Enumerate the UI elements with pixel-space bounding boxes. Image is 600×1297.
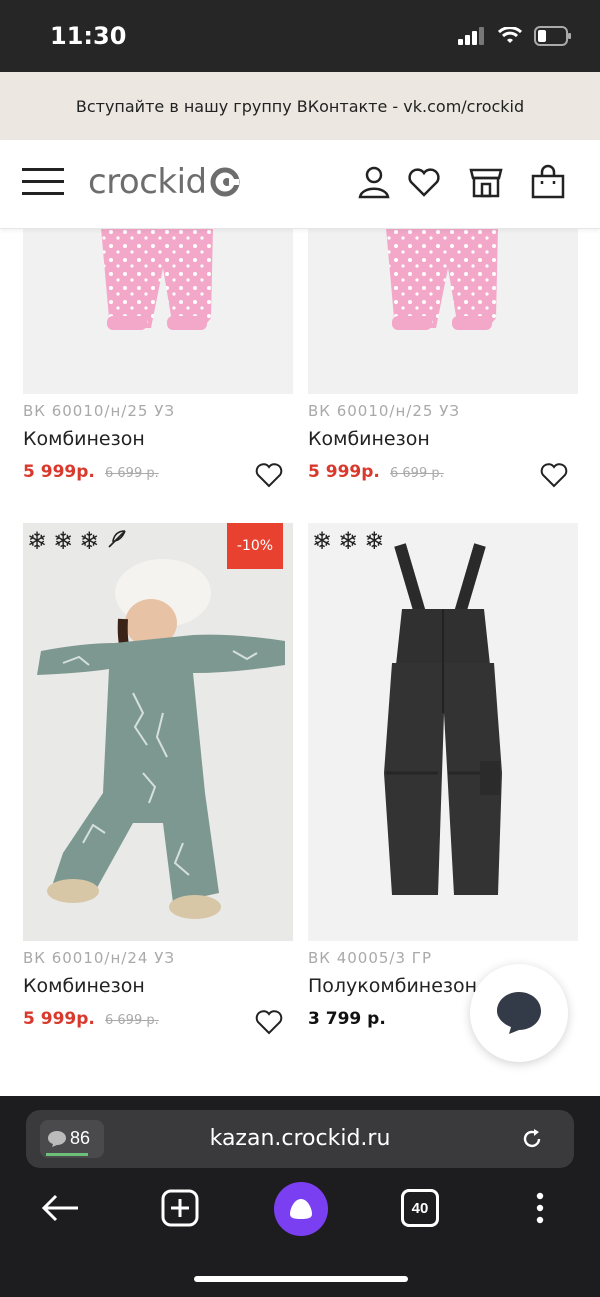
status-icons xyxy=(458,26,572,46)
cart-icon[interactable] xyxy=(530,164,566,200)
product-sku: ВК 60010/н/24 УЗ xyxy=(23,949,175,967)
product-image[interactable] xyxy=(308,228,578,394)
product-sku: ВК 40005/3 ГР xyxy=(308,949,432,967)
product-price: 3 799 р. xyxy=(308,1009,386,1029)
status-time: 11:30 xyxy=(50,22,127,50)
address-bar[interactable]: 86 kazan.crockid.ru xyxy=(26,1110,574,1168)
alice-icon xyxy=(290,1199,312,1219)
logo-mark-icon xyxy=(210,167,240,197)
product-card[interactable]: ВК 60010/н/25 УЗ Комбинезон 5 999р. 6 69… xyxy=(23,228,293,498)
browser-toolbar: 86 kazan.crockid.ru 40 xyxy=(0,1096,600,1297)
product-sku: ВК 60010/н/25 УЗ xyxy=(308,402,460,420)
product-name[interactable]: Комбинезон xyxy=(23,428,145,450)
product-old-price: 6 699 р. xyxy=(105,466,159,481)
wifi-icon xyxy=(498,27,522,43)
child-snowsuit-image xyxy=(23,523,293,941)
crockid-logo[interactable]: crockid xyxy=(88,162,241,202)
banner-text: Вступайте в нашу группу ВКонтакте - vk.c… xyxy=(75,96,525,116)
plus-square-icon xyxy=(161,1189,199,1227)
product-old-price: 6 699 р. xyxy=(105,1013,159,1028)
favorites-icon[interactable] xyxy=(406,164,442,200)
back-button[interactable] xyxy=(36,1184,84,1232)
tabs-count: 40 xyxy=(411,1199,429,1217)
snowflake-icon: ❄ xyxy=(79,528,100,555)
product-old-price: 6 699 р. xyxy=(390,466,444,481)
status-bar: 11:30 xyxy=(0,0,600,72)
feather-icon xyxy=(105,527,129,558)
product-card[interactable]: ВК 60010/н/25 УЗ Комбинезон 5 999р. 6 69… xyxy=(308,228,578,498)
account-icon[interactable] xyxy=(356,164,392,200)
pink-pants-image xyxy=(308,228,578,394)
product-name[interactable]: Комбинезон xyxy=(23,975,145,997)
logo-text: crockid xyxy=(88,162,207,202)
product-image[interactable]: ❄ ❄ ❄ -10% xyxy=(23,523,293,941)
product-card[interactable]: ❄ ❄ ❄ ВК 40005/3 ГР Полукомбинезон 3 799… xyxy=(308,523,578,1043)
site-header: crockid xyxy=(0,140,600,229)
menu-icon[interactable] xyxy=(22,166,64,198)
product-name[interactable]: Полукомбинезон xyxy=(308,975,477,997)
tabs-button[interactable]: 40 xyxy=(396,1184,444,1232)
store-icon[interactable] xyxy=(468,164,504,200)
more-menu-button[interactable] xyxy=(516,1184,564,1232)
back-arrow-icon xyxy=(41,1194,78,1222)
home-indicator[interactable] xyxy=(194,1276,408,1282)
product-price: 5 999р. xyxy=(308,462,380,482)
favorite-heart-icon[interactable] xyxy=(255,1009,283,1035)
feature-icons: ❄ ❄ ❄ xyxy=(27,527,129,558)
favorite-heart-icon[interactable] xyxy=(255,462,283,488)
more-dots-icon xyxy=(536,1192,544,1224)
chat-button[interactable] xyxy=(470,964,568,1062)
product-sku: ВК 60010/н/25 УЗ xyxy=(23,402,175,420)
reload-icon[interactable] xyxy=(520,1127,544,1151)
product-price: 5 999р. xyxy=(23,462,95,482)
battery-icon xyxy=(534,26,571,46)
product-card[interactable]: ❄ ❄ ❄ -10% ВК 60010/н/24 УЗ Комбинезон 5… xyxy=(23,523,293,1043)
feature-icons: ❄ ❄ ❄ xyxy=(312,527,384,556)
snowflake-icon: ❄ xyxy=(312,528,333,555)
snowflake-icon: ❄ xyxy=(53,528,74,555)
snowflake-icon: ❄ xyxy=(338,528,359,555)
black-overalls-image xyxy=(308,523,578,941)
chat-bubble-icon xyxy=(497,992,541,1034)
product-name[interactable]: Комбинезон xyxy=(308,428,430,450)
product-price: 5 999р. xyxy=(23,1009,95,1029)
favorite-heart-icon[interactable] xyxy=(540,462,568,488)
url-text[interactable]: kazan.crockid.ru xyxy=(26,1110,574,1168)
discount-badge: -10% xyxy=(227,523,283,569)
vk-promo-banner[interactable]: Вступайте в нашу группу ВКонтакте - vk.c… xyxy=(0,72,600,140)
pink-pants-image xyxy=(23,228,293,394)
alice-assistant-button[interactable] xyxy=(274,1182,328,1236)
product-image[interactable]: ❄ ❄ ❄ xyxy=(308,523,578,941)
signal-icon xyxy=(458,27,484,45)
snowflake-icon: ❄ xyxy=(364,528,385,555)
tabs-count-box: 40 xyxy=(401,1189,439,1227)
product-image[interactable] xyxy=(23,228,293,394)
new-tab-button[interactable] xyxy=(156,1184,204,1232)
snowflake-icon: ❄ xyxy=(27,528,48,555)
